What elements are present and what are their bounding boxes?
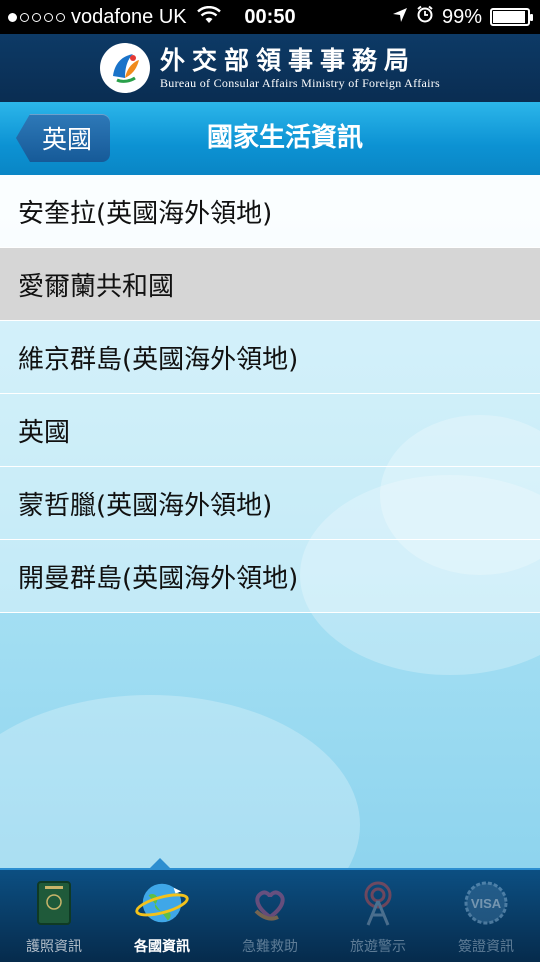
list-item[interactable]: 蒙哲臘(英國海外領地)	[0, 467, 540, 540]
visa-badge-icon: VISA	[459, 876, 513, 930]
header-title: 外交部領事事務局	[159, 45, 416, 75]
navigation-bar: 英國 國家生活資訊	[0, 102, 540, 177]
country-list-area[interactable]: 安奎拉(英國海外領地) 愛爾蘭共和國 維京群島(英國海外領地) 英國 蒙哲臘(英…	[0, 175, 540, 868]
tab-label: 各國資訊	[134, 939, 190, 955]
alarm-clock-icon	[416, 5, 434, 29]
background-cloud	[0, 695, 360, 868]
tab-label: 護照資訊	[26, 939, 82, 955]
location-arrow-icon	[392, 6, 408, 29]
tab-label: 急難救助	[242, 939, 298, 955]
list-item[interactable]: 維京群島(英國海外領地)	[0, 321, 540, 394]
bureau-logo-icon	[99, 43, 150, 93]
tab-bar: 護照資訊 各國資訊 急難救助 旅遊警示 VISA 簽證資訊	[0, 868, 540, 962]
carrier-name: vodafone UK	[71, 5, 187, 28]
list-item[interactable]: 安奎拉(英國海外領地)	[0, 175, 540, 248]
list-item[interactable]: 愛爾蘭共和國	[0, 248, 540, 321]
list-item-label: 英國	[18, 417, 71, 448]
svg-text:VISA: VISA	[471, 896, 502, 911]
back-button[interactable]: 英國	[16, 114, 111, 162]
heart-hands-icon	[243, 876, 297, 930]
alert-tower-icon	[351, 876, 405, 930]
list-item-label: 蒙哲臘(英國海外領地)	[18, 490, 273, 521]
battery-fill	[493, 11, 525, 23]
battery-percent: 99%	[441, 5, 482, 28]
passport-icon	[27, 876, 81, 930]
signal-strength-icon	[8, 12, 65, 22]
tab-passport[interactable]: 護照資訊	[0, 870, 108, 962]
globe-icon	[135, 876, 189, 930]
header-subtitle: Bureau of Consular Affairs Ministry of F…	[159, 75, 441, 90]
battery-icon	[490, 8, 533, 26]
tab-visa[interactable]: VISA 簽證資訊	[432, 870, 540, 962]
app-header: 外交部領事事務局 Bureau of Consular Affairs Mini…	[0, 34, 540, 103]
tab-emergency[interactable]: 急難救助	[216, 870, 324, 962]
list-item-label: 安奎拉(英國海外領地)	[18, 198, 273, 229]
status-bar: vodafone UK 00:50 99%	[0, 0, 540, 34]
tab-label: 旅遊警示	[350, 939, 406, 955]
country-list: 安奎拉(英國海外領地) 愛爾蘭共和國 維京群島(英國海外領地) 英國 蒙哲臘(英…	[0, 175, 540, 613]
tab-countries[interactable]: 各國資訊	[108, 870, 216, 962]
tab-label: 簽證資訊	[458, 939, 514, 955]
active-tab-pointer	[150, 858, 170, 868]
list-item[interactable]: 開曼群島(英國海外領地)	[0, 540, 540, 613]
wifi-icon	[196, 5, 221, 29]
list-item-label: 愛爾蘭共和國	[18, 271, 175, 302]
tab-travel-alert[interactable]: 旅遊警示	[324, 870, 432, 962]
list-item-label: 開曼群島(英國海外領地)	[18, 563, 299, 594]
list-item[interactable]: 英國	[0, 394, 540, 467]
list-item-label: 維京群島(英國海外領地)	[18, 344, 299, 375]
